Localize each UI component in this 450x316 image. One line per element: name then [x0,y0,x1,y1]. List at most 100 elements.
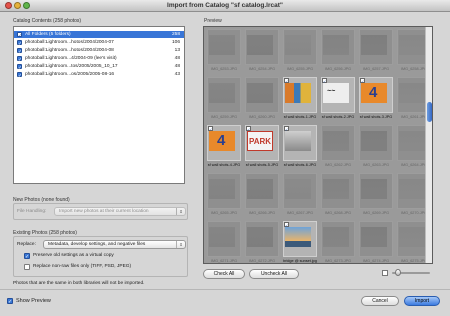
thumbnail-caption: IMG_6265.JPG [210,211,238,215]
footer-divider [0,289,450,290]
thumbnail-caption: sf wall shots-3.JPG [359,115,393,119]
thumbnail-caption: IMG_6254.JPG [248,67,276,71]
thumbnail-checkbox[interactable]: ✓ [284,78,289,84]
preview-thumbnail[interactable]: IMG_6273.JPG [319,220,357,263]
preview-thumbnail[interactable]: IMG_6254.JPG [243,28,281,76]
preview-thumbnail[interactable]: IMG_6271.JPG [205,220,243,263]
thumbnail-image [399,227,425,247]
preview-thumbnail[interactable]: IMG_6268.JPG [319,172,357,220]
row-checkbox[interactable]: ✓ [17,32,22,38]
replace-nonraw-checkbox[interactable] [24,264,30,270]
thumbnail-image [399,179,425,199]
thumbnail-image [399,131,425,151]
preview-thumbnail[interactable]: IMG_6257.JPG [357,28,395,76]
preview-thumbnail[interactable]: IMG_6260.JPG [243,76,281,124]
catalog-row[interactable]: ✓ All Folders (5 folders) 258 [14,31,184,38]
preserve-virtual-copy-checkbox[interactable]: ✓ [24,253,30,260]
thumbnail-image [361,179,387,199]
catalog-row-count: 48 [174,56,180,61]
thumbnail-checkbox[interactable]: ✓ [208,126,213,132]
thumbnail-image: PARK [247,131,273,151]
thumbnail-checkbox[interactable]: ✓ [284,222,289,228]
row-checkbox[interactable]: ✓ [17,64,22,70]
thumbnail-caption: IMG_6262.JPG [324,163,352,167]
thumbnail-caption: sf wall shots-1.JPG [283,115,317,119]
thumbnail-checkbox[interactable]: ✓ [284,126,289,132]
park-sign-text: PARK [249,137,272,146]
row-checkbox[interactable]: ✓ [17,56,22,62]
thumbnail-image [323,35,349,55]
preview-thumbnail[interactable]: IMG_6262.JPG [319,124,357,172]
catalog-row[interactable]: ✓ photoball:Lightroom...4/2004-09 (lee's… [14,55,184,62]
preview-thumbnail[interactable]: IMG_6255.JPG [281,28,319,76]
scrollbar-thumb[interactable] [427,102,432,122]
catalog-row-count: 43 [174,72,180,77]
thumbnail-caption: IMG_6260.JPG [248,115,276,119]
thumbnail-image [209,179,235,199]
catalog-folder-list: ✓ All Folders (5 folders) 258 ✓ photobal… [13,26,185,184]
preview-thumbnail[interactable]: ~~ ✓ sf wall shots-2.JPG [319,76,357,124]
preview-thumbnail[interactable]: IMG_6272.JPG [243,220,281,263]
thumbnail-image [285,83,311,103]
catalog-row-label: photoball:Lightroom...4/2004-09 (lee's v… [25,56,117,61]
thumbnail-image [247,179,273,199]
thumbnail-size-small-icon [382,270,388,276]
row-checkbox[interactable]: ✓ [17,40,22,46]
thumbnail-caption: IMG_6263.JPG [362,163,390,167]
number-sign-text: 4 [369,84,378,101]
cancel-button[interactable]: Cancel [361,296,399,306]
preview-thumbnail[interactable]: IMG_6263.JPG [357,124,395,172]
preview-thumbnail[interactable]: 4 ✓ sf wall shots-3.JPG [357,76,395,124]
preview-thumbnail[interactable]: IMG_6259.JPG [205,76,243,124]
catalog-row-count: 258 [171,32,180,37]
catalog-row[interactable]: ✓ photoball:Lightroom...tos/2005/2005_10… [14,63,184,70]
uncheck-all-button[interactable]: Uncheck All [249,269,299,279]
row-checkbox[interactable]: ✓ [17,48,22,54]
thumbnail-checkbox[interactable]: ✓ [322,78,327,84]
file-handling-popup[interactable]: Import new photos at their current locat… [54,207,186,216]
preview-thumbnail[interactable]: IMG_6265.JPG [205,172,243,220]
import-button[interactable]: Import [404,296,440,306]
thumbnail-image [209,227,235,247]
thumbnail-caption: sf wall shots-4.JPG [207,163,241,167]
preview-thumbnail[interactable]: PARK ✓ sf wall shots-5.JPG [243,124,281,172]
thumbnail-caption: IMG_6273.JPG [324,259,352,263]
preview-thumbnail[interactable]: IMG_6267.JPG [281,172,319,220]
preview-thumbnail[interactable]: IMG_6266.JPG [243,172,281,220]
thumbnail-image: 4 [361,83,387,103]
catalog-row[interactable]: ✓ photoball:Lightroom...hotos/2004/2004-… [14,47,184,54]
preview-thumbnail[interactable]: ✓ sf wall shots-1.JPG [281,76,319,124]
thumbnail-image [285,131,311,151]
catalog-row-label: All Folders (5 folders) [25,32,71,37]
thumbnail-image [361,35,387,55]
chevron-updown-icon: ⇕ [176,241,185,248]
catalog-row[interactable]: ✓ photoball:Lightroom...hotos/2004/2004-… [14,39,184,46]
replace-label: Replace: [17,242,36,247]
thumbnail-image [399,83,425,103]
file-handling-value: Import new photos at their current locat… [59,209,149,214]
thumbnail-checkbox[interactable]: ✓ [360,78,365,84]
preview-thumbnail[interactable]: 4 ✓ sf wall shots-4.JPG [205,124,243,172]
thumbnail-caption: IMG_6267.JPG [286,211,314,215]
thumbnail-checkbox[interactable]: ✓ [246,126,251,132]
row-checkbox[interactable]: ✓ [17,72,22,78]
preview-thumbnail[interactable]: IMG_6253.JPG [205,28,243,76]
preview-grid: IMG_6253.JPG IMG_6254.JPG IMG_6255.JPG IMG_… [203,26,433,264]
catalog-row[interactable]: ✓ photoball:Lightroom...os/2005/2005-08-… [14,71,184,78]
thumbnail-size-slider-knob[interactable] [395,269,401,276]
preview-thumbnail[interactable]: IMG_6274.JPG [357,220,395,263]
thumbnail-image [323,131,349,151]
thumbnail-caption: IMG_6271.JPG [210,259,238,263]
preview-thumbnail[interactable]: IMG_6269.JPG [357,172,395,220]
preview-thumbnail[interactable]: ✓ bridge @ sunset.jpg [281,220,319,263]
preview-thumbnail[interactable]: IMG_6256.JPG [319,28,357,76]
check-all-button[interactable]: Check All [203,269,245,279]
preview-scrollbar[interactable] [425,27,432,263]
window-titlebar: Import from Catalog "sf catalog.lrcat" [0,0,450,12]
replace-popup[interactable]: Metadata, develop settings, and negative… [43,240,186,249]
catalog-row-label: photoball:Lightroom...tos/2005/2005_10_1… [25,64,118,69]
preview-thumbnail[interactable]: ✓ sf wall shots-6.JPG [281,124,319,172]
replace-nonraw-label: Replace non-raw files only (TIFF, PSD, J… [33,264,132,269]
show-preview-checkbox[interactable]: ✓ [7,298,13,305]
thumbnail-image [399,35,425,55]
